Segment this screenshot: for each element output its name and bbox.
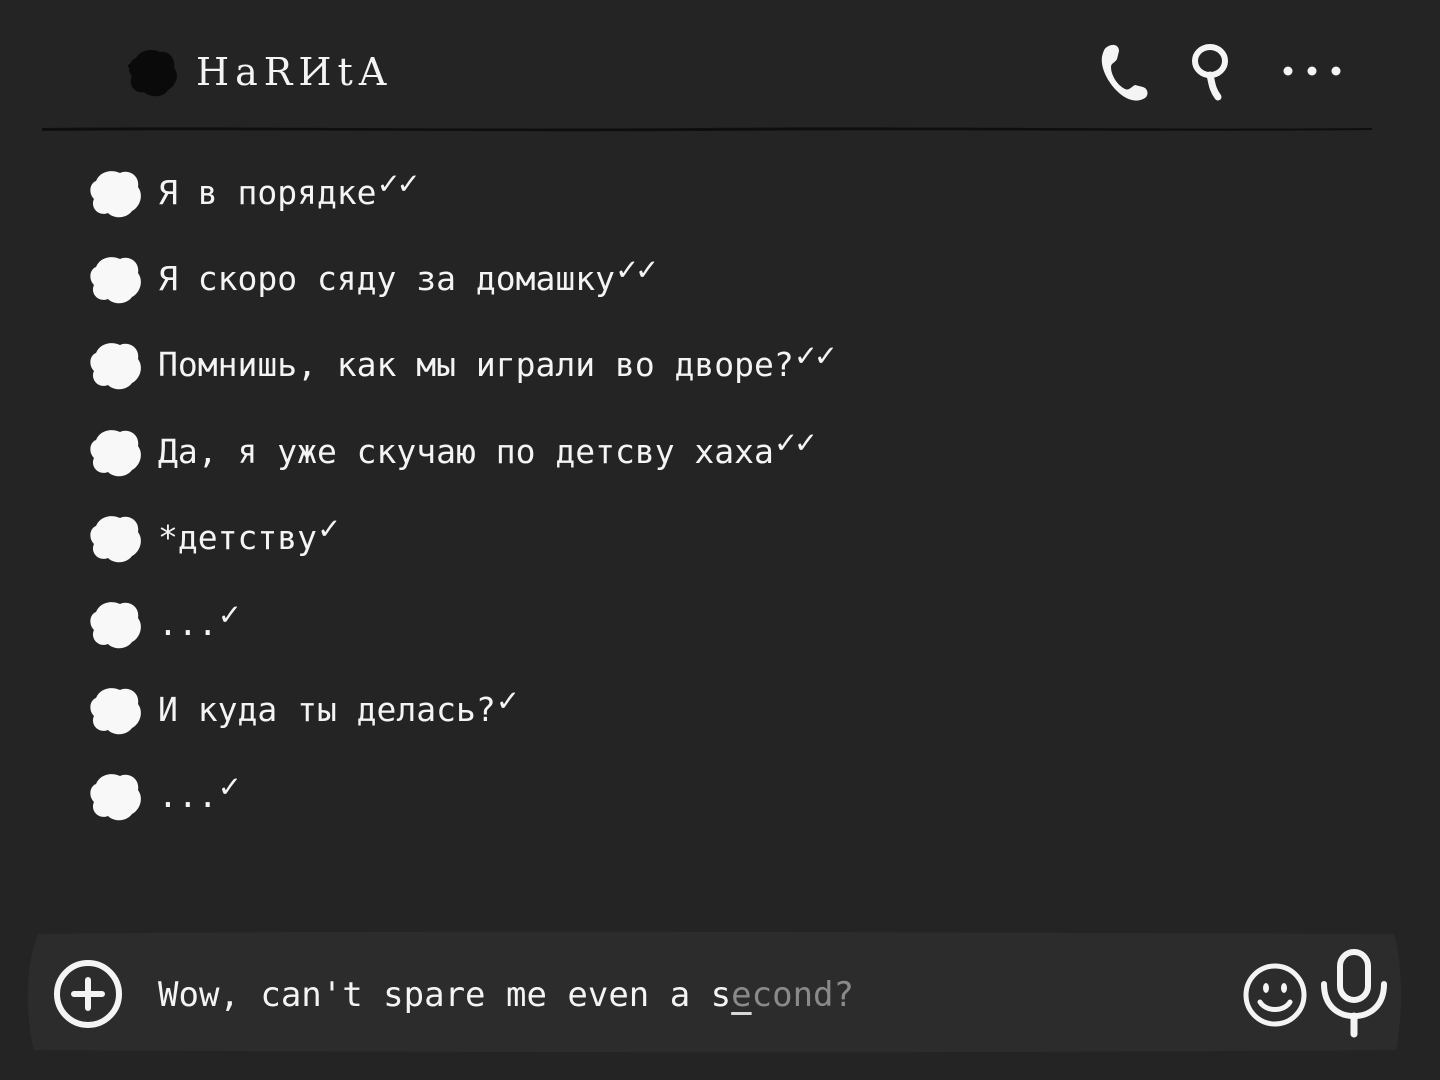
call-button[interactable] (1090, 36, 1160, 106)
ink-blot-avatar-icon (90, 171, 141, 218)
emoji-button[interactable] (1240, 960, 1310, 1030)
voice-message-button[interactable] (1316, 948, 1392, 1038)
search-button[interactable] (1176, 36, 1246, 106)
message-row[interactable]: *детству ✓ (86, 495, 1286, 581)
message-list: Я в порядке ✓✓ Я скоро сяду за домашку ✓… (86, 150, 1286, 840)
message-text: ... (158, 776, 218, 816)
sent-receipt-icon: ✓ (318, 507, 339, 547)
attach-button[interactable] (50, 956, 126, 1032)
message-input[interactable]: Wow, can't spare me even a second? (158, 970, 854, 1020)
chat-screen: HaRИtA Я в порядке ✓✓ Я скоро сяду за до… (0, 0, 1440, 1080)
message-row[interactable]: ... ✓ (86, 753, 1286, 839)
ink-blot-avatar-icon (90, 515, 141, 563)
message-row[interactable]: ... ✓ (86, 581, 1286, 667)
more-dots-icon (1283, 66, 1341, 76)
message-text: Я в порядке (158, 173, 377, 213)
contact-name[interactable]: HaRИtA (196, 48, 392, 96)
ink-blot-avatar-icon (90, 343, 141, 390)
ink-blot-avatar-icon (90, 602, 141, 649)
message-text: *детству (158, 517, 317, 557)
message-text: Да, я уже скучаю по детсву хаха (158, 431, 774, 471)
ink-blot-avatar-icon (90, 429, 141, 476)
search-icon (1192, 44, 1228, 101)
message-text: Я скоро сяду за домашку (158, 259, 615, 299)
message-row[interactable]: Я в порядке ✓✓ (86, 150, 1286, 236)
read-receipt-icon: ✓✓ (795, 335, 836, 375)
contact-avatar-icon[interactable] (124, 44, 180, 100)
more-button[interactable] (1276, 36, 1346, 106)
plus-circle-icon (54, 960, 122, 1028)
phone-icon (1101, 44, 1148, 101)
read-receipt-icon: ✓✓ (616, 249, 657, 289)
sent-receipt-icon: ✓ (497, 680, 518, 720)
message-text: ... (158, 604, 218, 644)
message-composer: Wow, can't spare me even a second? (24, 930, 1404, 1054)
message-row[interactable]: И куда ты делась? ✓ (86, 667, 1286, 753)
autocomplete-suggestion: cond? (751, 975, 854, 1015)
ink-blot-avatar-icon (90, 257, 141, 304)
text-caret: e (731, 975, 752, 1015)
message-row[interactable]: Я скоро сяду за домашку ✓✓ (86, 236, 1286, 322)
ink-blot-avatar-icon (90, 774, 141, 821)
smiley-icon (1243, 963, 1307, 1027)
message-row[interactable]: Помнишь, как мы играли во дворе? ✓✓ (86, 322, 1286, 408)
microphone-icon (1321, 949, 1387, 1038)
sent-receipt-icon: ✓ (219, 594, 240, 634)
message-row[interactable]: Да, я уже скучаю по детсву хаха ✓✓ (86, 409, 1286, 495)
message-text: Помнишь, как мы играли во дворе? (158, 345, 794, 385)
read-receipt-icon: ✓✓ (775, 421, 816, 461)
read-receipt-icon: ✓✓ (378, 163, 419, 203)
sent-receipt-icon: ✓ (219, 766, 240, 806)
header-divider (42, 127, 1372, 132)
chat-header: HaRИtA (0, 0, 1440, 132)
message-text: И куда ты делась? (158, 690, 496, 730)
ink-blot-avatar-icon (90, 688, 141, 735)
typed-text: Wow, can't spare me even a s (158, 975, 732, 1015)
